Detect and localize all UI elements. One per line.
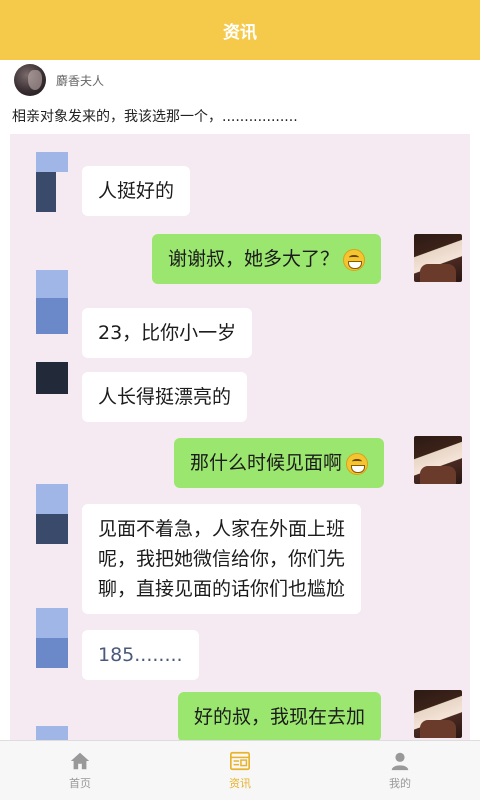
chat-bubble-outgoing: 谢谢叔，她多大了？ xyxy=(152,234,382,284)
message-text: 185........ xyxy=(98,644,183,666)
tab-label: 我的 xyxy=(389,777,411,790)
message-line: 见面不着急，人家在外面上班 xyxy=(98,518,346,540)
pixelated-avatar xyxy=(36,172,56,212)
user-avatar xyxy=(414,690,462,738)
author-name[interactable]: 麝香夫人 xyxy=(56,72,104,89)
grin-emoji-icon xyxy=(343,248,366,271)
pixelated-avatar xyxy=(36,298,68,334)
app-header: 资讯 xyxy=(0,0,480,60)
message-line: 呢，我把她微信给你，你们先 xyxy=(98,548,346,570)
tab-label: 首页 xyxy=(69,777,91,790)
pixelated-avatar xyxy=(36,270,68,298)
message-text: 23，比你小一岁 xyxy=(98,322,237,344)
post-author[interactable]: 麝香夫人 xyxy=(0,60,480,100)
grin-emoji-icon xyxy=(346,452,369,475)
chat-bubble-incoming: 人挺好的 xyxy=(82,166,191,216)
message-text: 人挺好的 xyxy=(98,180,175,202)
message-line: 聊，直接见面的话你们也尴尬 xyxy=(98,578,346,600)
pixelated-avatar xyxy=(36,484,68,514)
message-text: 人长得挺漂亮的 xyxy=(98,386,232,408)
tab-home[interactable]: 首页 xyxy=(0,741,160,800)
post-image[interactable]: 人挺好的 谢谢叔，她多大了？ 23，比你小一岁 人长得挺漂亮的 那什么时候见面啊… xyxy=(10,134,470,740)
user-avatar xyxy=(414,234,462,282)
tab-mine[interactable]: 我的 xyxy=(320,741,480,800)
pixelated-avatar xyxy=(36,362,68,394)
user-avatar xyxy=(414,436,462,484)
chat-bubble-outgoing: 好的叔，我现在去加 xyxy=(178,692,382,740)
tab-label: 资讯 xyxy=(229,777,251,790)
tab-news[interactable]: 资讯 xyxy=(160,741,320,800)
page-title: 资讯 xyxy=(223,22,257,43)
user-icon xyxy=(391,752,409,771)
pixelated-avatar xyxy=(36,514,68,544)
chat-bubble-incoming: 185........ xyxy=(82,630,199,680)
message-text: 谢谢叔，她多大了？ xyxy=(168,248,340,270)
chat-bubble-incoming: 见面不着急，人家在外面上班 呢，我把她微信给你，你们先 聊，直接见面的话你们也尴… xyxy=(82,504,362,614)
pixelated-avatar xyxy=(36,638,68,668)
chat-bubble-outgoing: 那什么时候见面啊 xyxy=(174,438,385,488)
message-text: 那什么时候见面啊 xyxy=(190,452,343,474)
post-text: 相亲对象发来的，我该选那一个，................. xyxy=(12,109,298,125)
chat-bubble-incoming: 23，比你小一岁 xyxy=(82,308,253,358)
message-text: 好的叔，我现在去加 xyxy=(194,706,366,728)
news-icon xyxy=(230,751,250,771)
pixelated-avatar xyxy=(36,152,68,172)
author-avatar[interactable] xyxy=(14,64,46,96)
pixelated-avatar xyxy=(36,726,68,740)
chat-bubble-incoming: 人长得挺漂亮的 xyxy=(82,372,248,422)
home-icon xyxy=(70,752,90,770)
bottom-tab-bar: 首页 资讯 我的 xyxy=(0,740,480,800)
pixelated-avatar xyxy=(36,608,68,638)
